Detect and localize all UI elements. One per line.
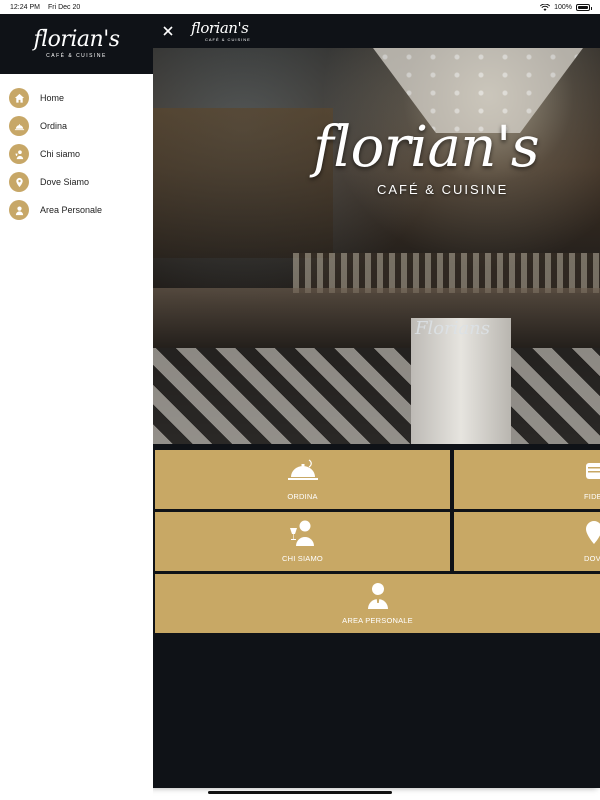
waiter-icon (285, 519, 321, 547)
hero-logo-script: florian's (313, 115, 540, 180)
status-bar: 12:24 PM Fri Dec 20 100% (0, 0, 600, 14)
drawer-logo-subtitle: CAFÉ & CUISINE (46, 53, 107, 59)
close-icon (163, 26, 173, 36)
waiter-icon (9, 144, 29, 164)
user-icon (9, 200, 29, 220)
tile-label: CHI SIAMO (282, 554, 323, 563)
top-bar-logo-script: florian's (191, 18, 249, 37)
wifi-icon (540, 3, 551, 11)
top-bar-logo: florian's CAFÉ & CUISINE (191, 18, 251, 42)
hero-floor (153, 348, 600, 444)
top-bar-logo-subtitle: CAFÉ & CUISINE (205, 36, 251, 42)
tile-area-personale[interactable]: AREA PERSONALE (155, 574, 600, 633)
hero-logo-subtitle: CAFÉ & CUISINE (377, 182, 509, 197)
location-pin-icon (584, 519, 600, 547)
menu-item-ordina[interactable]: Ordina (0, 112, 153, 140)
tile-label: FIDE (584, 492, 600, 501)
cloche-icon (285, 457, 321, 485)
battery-fill (578, 5, 588, 9)
status-time: 12:24 PM (10, 3, 40, 11)
home-indicator[interactable] (208, 791, 392, 794)
hero-counter (153, 288, 600, 348)
menu-item-area-personale[interactable]: Area Personale (0, 196, 153, 224)
screen: 12:24 PM Fri Dec 20 100% florian's CAFÉ … (0, 0, 600, 800)
tile-label: ORDINA (287, 492, 318, 501)
menu-item-label: Chi siamo (40, 149, 81, 159)
menu-item-label: Home (40, 93, 65, 103)
tile-label: AREA PERSONALE (342, 616, 413, 625)
tile-label: DOVE (584, 554, 600, 563)
hero-pillar-text: Florians (415, 318, 491, 339)
main-panel: florian's CAFÉ & CUISINE Florians floria… (153, 14, 600, 788)
tile-chi-siamo[interactable]: CHI SIAMO (155, 512, 450, 571)
top-bar: florian's CAFÉ & CUISINE (153, 14, 600, 48)
hero-image: Florians florian's CAFÉ & CUISINE (153, 48, 600, 444)
hero-wall (153, 108, 333, 258)
battery-icon (576, 3, 592, 11)
cloche-icon (9, 116, 29, 136)
menu-item-label: Ordina (40, 121, 68, 131)
drawer-header: florian's CAFÉ & CUISINE (0, 14, 153, 74)
side-drawer: florian's CAFÉ & CUISINE Home Ordina Chi… (0, 14, 153, 800)
menu-item-label: Area Personale (40, 205, 103, 215)
location-pin-icon (9, 172, 29, 192)
menu-item-label: Dove Siamo (40, 177, 90, 187)
tile-dove-siamo[interactable]: DOVE (454, 512, 600, 571)
hero-shelves (293, 253, 600, 293)
home-icon (9, 88, 29, 108)
hero-logo: florian's CAFÉ & CUISINE (313, 115, 540, 198)
user-icon (360, 581, 396, 609)
drawer-menu: Home Ordina Chi siamo Dove Siamo Area Pe… (0, 74, 153, 224)
tile-ordina[interactable]: ORDINA (155, 450, 450, 509)
tile-fidelity[interactable]: FIDE (454, 450, 600, 509)
close-button[interactable] (161, 24, 175, 38)
menu-item-dove-siamo[interactable]: Dove Siamo (0, 168, 153, 196)
status-date: Fri Dec 20 (47, 3, 81, 11)
drawer-logo: florian's (33, 27, 120, 52)
battery-percent: 100% (554, 3, 572, 11)
card-icon (584, 457, 600, 485)
menu-item-home[interactable]: Home (0, 84, 153, 112)
menu-item-chi-siamo[interactable]: Chi siamo (0, 140, 153, 168)
